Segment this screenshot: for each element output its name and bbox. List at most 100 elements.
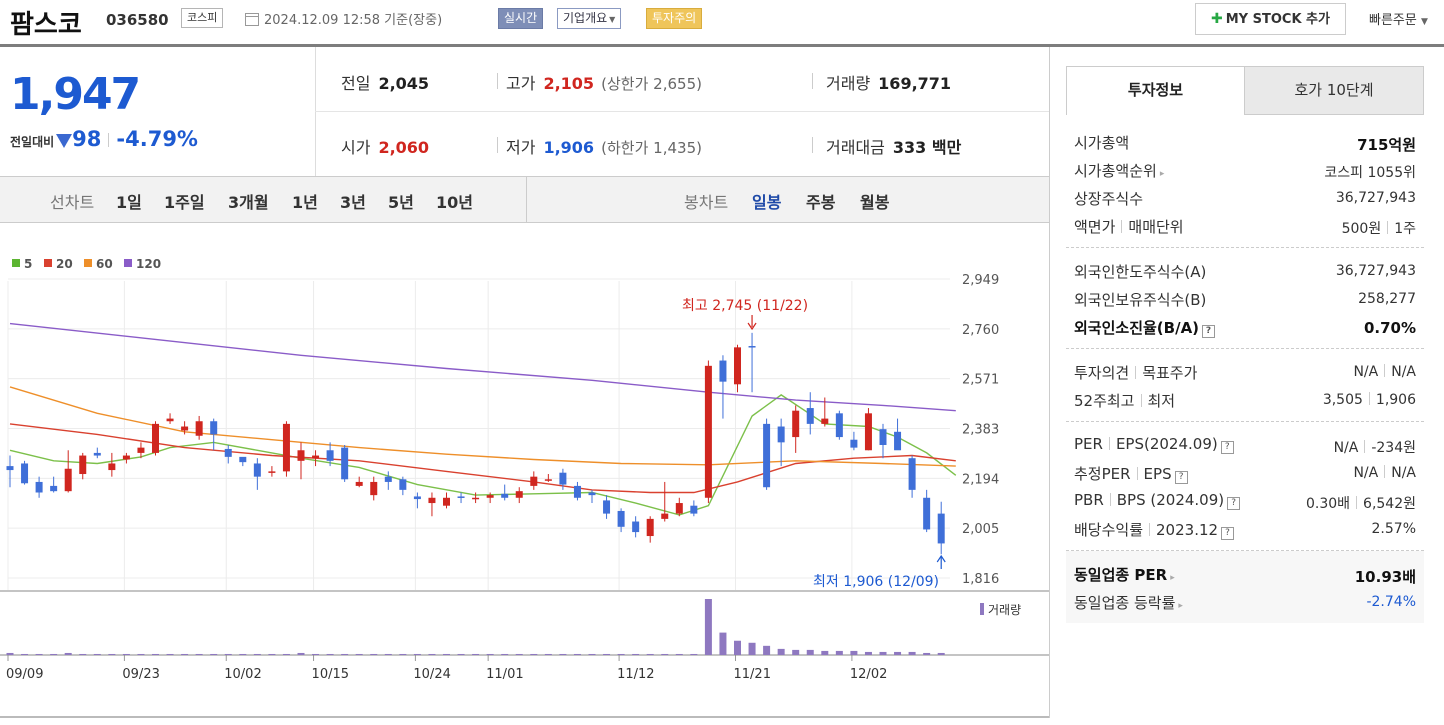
volume-bar bbox=[122, 653, 130, 655]
y-tick-label: 2,005 bbox=[962, 522, 999, 537]
info-row: 외국인한도주식수(A) 36,727,943 bbox=[1066, 258, 1424, 286]
label-text: 액면가 bbox=[1074, 218, 1116, 236]
low-value: 1,906 bbox=[543, 138, 595, 157]
info-row[interactable]: 동일업종 PER ▸ 10.93배 bbox=[1066, 561, 1424, 589]
current-price-box: 1,947 전일대비 98 -4.79% bbox=[0, 47, 315, 176]
candle-body bbox=[239, 456, 247, 463]
volume-bar bbox=[821, 650, 829, 655]
tab-orderbook[interactable]: 호가 10단계 bbox=[1244, 66, 1424, 115]
volume-bar bbox=[268, 653, 276, 655]
est-per-value: N/A N/A bbox=[1353, 465, 1416, 481]
tab-10y[interactable]: 10년 bbox=[436, 189, 473, 213]
tab-5y[interactable]: 5년 bbox=[388, 189, 414, 213]
divider bbox=[1368, 392, 1370, 405]
52w-label: 52주최고 최저 bbox=[1074, 390, 1175, 411]
label-text: 목표주가 bbox=[1142, 364, 1198, 382]
divider bbox=[108, 133, 110, 147]
legend-swatch bbox=[12, 259, 20, 267]
plus-icon: ✚ bbox=[1211, 11, 1223, 27]
volume-bar bbox=[763, 645, 771, 655]
divider bbox=[1149, 523, 1151, 536]
volume-value: 169,771 bbox=[878, 74, 952, 93]
chevron-right-icon: ▸ bbox=[1159, 169, 1165, 179]
candle-body bbox=[937, 513, 945, 544]
volume-bar bbox=[50, 653, 58, 655]
tab-1y[interactable]: 1년 bbox=[292, 189, 318, 213]
x-tick-label: 10/15 bbox=[312, 667, 349, 682]
volume-bar bbox=[210, 653, 218, 655]
add-mystock-button[interactable]: ✚ MY STOCK 추가 bbox=[1195, 3, 1346, 35]
market-cap-label: 시가총액 bbox=[1074, 134, 1130, 152]
help-icon[interactable]: ? bbox=[1221, 527, 1235, 540]
stock-name: 팜스코 bbox=[10, 10, 82, 40]
help-icon[interactable]: ? bbox=[1202, 325, 1216, 338]
divider bbox=[812, 137, 813, 153]
help-icon[interactable]: ? bbox=[1227, 497, 1241, 510]
tab-3y[interactable]: 3년 bbox=[340, 189, 366, 213]
candle-body bbox=[21, 463, 29, 484]
volume-bar bbox=[79, 653, 87, 655]
tab-invest-info[interactable]: 투자정보 bbox=[1066, 66, 1245, 115]
ma-line-ma20 bbox=[9, 423, 956, 494]
legend-label: 120 bbox=[136, 257, 161, 271]
price-chart[interactable]: 2,949 2,760 2,571 2,383 2,194 2,005 1,816 09/09… bbox=[0, 245, 1049, 715]
candle-body bbox=[690, 505, 698, 514]
info-row: 시가총액 715억원 bbox=[1066, 129, 1424, 157]
volume: 거래량 169,771 bbox=[826, 70, 951, 94]
upper-limit: (상한가 2,655) bbox=[601, 75, 702, 93]
volume-bar bbox=[297, 652, 305, 655]
value-text: N/A bbox=[1333, 440, 1359, 456]
value-text: 3,505 bbox=[1322, 392, 1363, 408]
volume-bar bbox=[864, 651, 872, 655]
tab-1d[interactable]: 1일 bbox=[116, 189, 142, 213]
realtime-button[interactable]: 실시간 bbox=[498, 8, 544, 29]
tab-daily[interactable]: 일봉 bbox=[752, 189, 781, 213]
volume-bar bbox=[573, 653, 581, 655]
valuation-section: PER EPS(2024.09)? N/A -234원 추정PER EPS? N/A N/A… bbox=[1066, 422, 1424, 551]
divider bbox=[1121, 220, 1123, 233]
candle-body bbox=[777, 426, 785, 443]
help-icon[interactable]: ? bbox=[1174, 471, 1188, 484]
legend-label: 60 bbox=[96, 257, 113, 271]
divider bbox=[497, 73, 498, 89]
volume-bar bbox=[413, 653, 421, 655]
candle-body bbox=[908, 458, 916, 490]
label-text: EPS(2024.09) bbox=[1115, 435, 1218, 453]
volume-bar bbox=[35, 653, 43, 655]
volume-bar bbox=[719, 632, 727, 655]
volume-bar bbox=[835, 650, 843, 655]
info-row: PBR BPS (2024.09)? 0.30배 6,542원 bbox=[1066, 488, 1424, 516]
label-text: 매매단위 bbox=[1128, 218, 1184, 236]
high-value: 2,105 bbox=[543, 74, 595, 93]
tab-weekly[interactable]: 주봉 bbox=[806, 189, 835, 213]
help-icon[interactable]: ? bbox=[1220, 441, 1234, 454]
info-row[interactable]: 동일업종 등락률 ▸ -2.74% bbox=[1066, 589, 1424, 617]
calendar-icon bbox=[245, 13, 259, 26]
info-row[interactable]: 시가총액순위 ▸ 코스피 1055위 bbox=[1066, 157, 1424, 185]
candle-body bbox=[661, 513, 669, 519]
volume-bar bbox=[646, 653, 654, 655]
candle-body bbox=[152, 423, 159, 453]
y-tick-label: 2,383 bbox=[962, 423, 999, 438]
volume-bar bbox=[239, 653, 247, 655]
candle-body bbox=[297, 450, 305, 461]
divider bbox=[1140, 394, 1142, 407]
opinion-label: 투자의견 목표주가 bbox=[1074, 362, 1197, 383]
chevron-right-icon: ▸ bbox=[1170, 573, 1175, 583]
label-text: 투자의견 bbox=[1074, 364, 1130, 382]
tab-1w[interactable]: 1주일 bbox=[164, 189, 205, 213]
candle-body bbox=[864, 413, 872, 451]
company-info-dropdown[interactable]: 기업개요 ▼ bbox=[557, 8, 622, 29]
quick-order-dropdown[interactable]: 빠른주문 ▼ bbox=[1369, 9, 1428, 28]
foreign-limit-label: 외국인한도주식수(A) bbox=[1074, 263, 1207, 281]
info-row: 상장주식수 36,727,943 bbox=[1066, 185, 1424, 213]
volume-bar bbox=[457, 653, 465, 655]
volume-bar bbox=[603, 653, 611, 655]
candle-body bbox=[282, 423, 290, 472]
chart-period-tabs: 선차트 1일 1주일 3개월 1년 3년 5년 10년 봉차트 일봉 주봉 월봉 bbox=[0, 176, 1049, 223]
open-price: 시가 2,060 bbox=[341, 134, 429, 158]
tab-monthly[interactable]: 월봉 bbox=[860, 189, 889, 213]
candle-body bbox=[632, 521, 640, 533]
chart-bottom-border bbox=[0, 716, 1049, 718]
tab-3m[interactable]: 3개월 bbox=[228, 189, 269, 213]
